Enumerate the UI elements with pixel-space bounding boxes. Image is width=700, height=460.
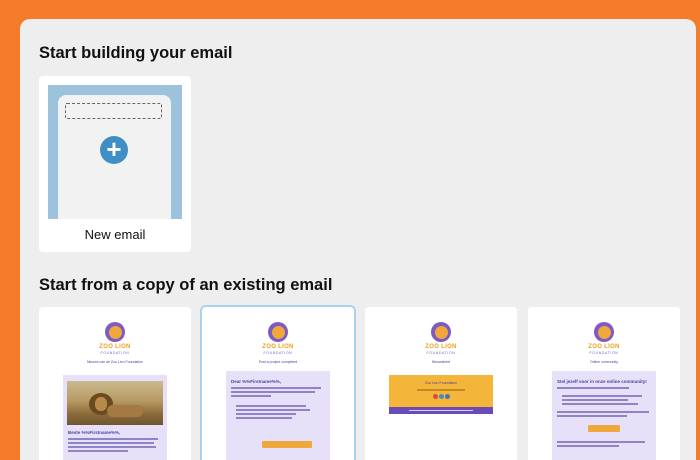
template-title: Zoo Lion Foundation [424,381,458,385]
template-footer-bar [389,407,493,414]
text-line [557,441,645,443]
lion-logo-icon [431,322,451,342]
template-subtitle: Online community [589,360,618,364]
template-subtitle: Nieuws van de Zoo Lion Foundation [86,360,144,364]
main-panel: Start building your email + New email St… [20,19,696,460]
template-subtitle: Post a project completed [258,360,298,364]
brand-subtitle: FOUNDATION [589,351,619,355]
text-line [68,438,158,440]
new-email-card[interactable]: + New email [39,76,191,252]
text-line [68,450,128,452]
start-building-heading: Start building your email [39,44,233,62]
social-icon [433,394,438,399]
brand-name: ZOO LION [99,344,131,350]
template-card-3[interactable]: ZOO LION FOUNDATION Nieuwsbrief Zoo Lion… [365,307,517,460]
template-greeting: Dear %%Firstname%%, [231,379,282,384]
template-body: Stel jezelf voor in onze online communit… [552,371,656,460]
template-body: Dear %%Firstname%%, [226,371,330,460]
start-from-copy-heading: Start from a copy of an existing email [39,276,333,294]
template-card-1[interactable]: ZOO LION FOUNDATION Nieuws van de Zoo Li… [39,307,191,460]
template-card-2[interactable]: ZOO LION FOUNDATION Post a project compl… [202,307,354,460]
brand-subtitle: FOUNDATION [100,351,130,355]
text-line [68,442,154,444]
bullet-line [236,417,292,419]
lion-logo-icon [594,322,614,342]
brand-name: ZOO LION [262,344,294,350]
empty-block-placeholder [65,103,162,119]
bullet-line [562,399,628,401]
new-email-thumbnail: + [48,85,182,219]
text-line [68,446,156,448]
new-email-label: New email [84,227,146,242]
bullet-line [236,409,310,411]
template-header-block: Zoo Lion Foundation [389,375,493,407]
bullet-line [562,395,642,397]
bullet-line [562,403,638,405]
template-greeting: Beste %%Firstname%%, [68,430,121,435]
template-subtitle: Nieuwsbrief [431,360,451,364]
social-icon [439,394,444,399]
brand-name: ZOO LION [425,344,457,350]
template-greeting: Stel jezelf voor in onze online communit… [557,379,647,384]
brand-name: ZOO LION [588,344,620,350]
text-line [557,411,649,413]
text-line [231,391,315,393]
bullet-line [236,413,296,415]
blank-email-sheet: + [58,95,171,219]
social-icon [445,394,450,399]
plus-icon[interactable]: + [100,136,128,164]
text-line [557,387,629,389]
text-line [231,395,271,397]
text-line [557,445,619,447]
text-line [231,387,321,389]
bullet-line [236,405,306,407]
brand-subtitle: FOUNDATION [263,351,293,355]
cta-button [262,441,312,448]
lion-logo-icon [268,322,288,342]
lion-photo [67,381,163,425]
template-card-4[interactable]: ZOO LION FOUNDATION Online community Ste… [528,307,680,460]
text-line [417,389,465,391]
cta-button [588,425,620,432]
lion-logo-icon [105,322,125,342]
text-line [557,415,627,417]
template-body: Beste %%Firstname%%, [63,375,167,460]
brand-subtitle: FOUNDATION [426,351,456,355]
text-line [409,410,473,411]
